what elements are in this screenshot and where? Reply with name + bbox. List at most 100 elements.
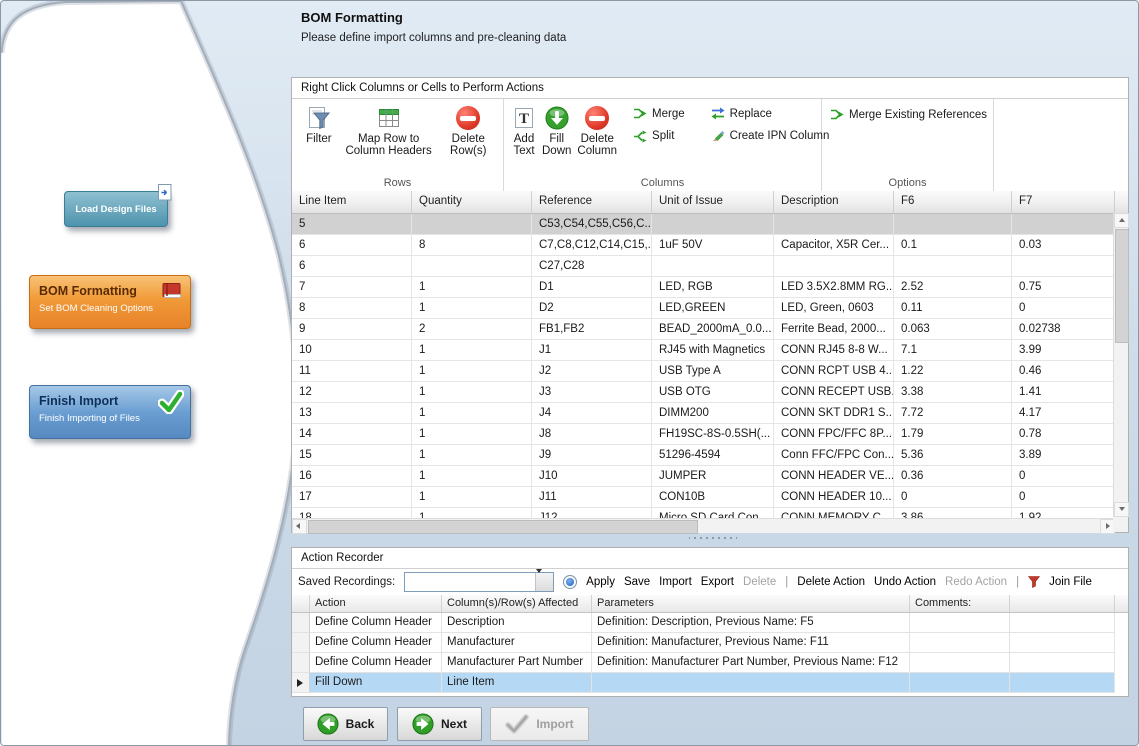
cell-f7[interactable]: 1.92 — [1012, 508, 1115, 518]
cell-quantity[interactable]: 1 — [412, 298, 532, 319]
cell-quantity[interactable] — [412, 214, 532, 235]
cell-reference[interactable]: J9 — [532, 445, 652, 466]
cell-reference[interactable]: D1 — [532, 277, 652, 298]
cell-line-item[interactable]: 12 — [292, 382, 412, 403]
cell-f7[interactable]: 3.89 — [1012, 445, 1115, 466]
cell-line-item[interactable]: 6 — [292, 256, 412, 277]
cell-action[interactable]: Define Column Header — [310, 633, 442, 653]
cell-unit-of-issue[interactable]: LED, RGB — [652, 277, 774, 298]
save-button[interactable]: Save — [624, 576, 650, 588]
table-row[interactable]: 15 1 J9 51296-4594 Conn FFC/FPC Con... 5… — [292, 445, 1115, 466]
column-header-f7[interactable]: F7 — [1012, 191, 1115, 213]
table-row[interactable]: 9 2 FB1,FB2 BEAD_2000mA_0.0... Ferrite B… — [292, 319, 1115, 340]
filter-button[interactable]: Filter — [298, 103, 340, 148]
cell-line-item[interactable]: 9 — [292, 319, 412, 340]
cell-parameters[interactable]: Definition: Manufacturer Part Number, Pr… — [592, 653, 910, 673]
replace-button[interactable]: Replace — [711, 107, 830, 120]
cell-unit-of-issue[interactable]: USB Type A — [652, 361, 774, 382]
next-button[interactable]: Next — [397, 707, 482, 741]
cell-affected[interactable]: Manufacturer Part Number — [442, 653, 592, 673]
cell-unit-of-issue[interactable]: BEAD_2000mA_0.0... — [652, 319, 774, 340]
cell-reference[interactable]: C7,C8,C12,C14,C15,... — [532, 235, 652, 256]
cell-comments[interactable] — [910, 653, 1010, 673]
column-header-reference[interactable]: Reference — [532, 191, 652, 213]
cell-parameters[interactable] — [592, 673, 910, 693]
cell-unit-of-issue[interactable]: 51296-4594 — [652, 445, 774, 466]
import-button[interactable]: Import — [659, 576, 692, 588]
cell-parameters[interactable]: Definition: Manufacturer, Previous Name:… — [592, 633, 910, 653]
table-row[interactable]: 14 1 J8 FH19SC-8S-0.5SH(... CONN FPC/FFC… — [292, 424, 1115, 445]
cell-reference[interactable]: J2 — [532, 361, 652, 382]
cell-f6[interactable]: 0.11 — [894, 298, 1012, 319]
cell-line-item[interactable]: 13 — [292, 403, 412, 424]
cell-reference[interactable]: J4 — [532, 403, 652, 424]
table-row[interactable]: 5 C53,C54,C55,C56,C... — [292, 214, 1115, 235]
cell-unit-of-issue[interactable]: RJ45 with Magnetics — [652, 340, 774, 361]
cell-unit-of-issue[interactable]: CON10B — [652, 487, 774, 508]
table-row[interactable]: 13 1 J4 DIMM200 CONN SKT DDR1 S... 7.72 … — [292, 403, 1115, 424]
cell-f7[interactable]: 0.03 — [1012, 235, 1115, 256]
cell-f6[interactable]: 0.063 — [894, 319, 1012, 340]
cell-action[interactable]: Fill Down — [310, 673, 442, 693]
cell-reference[interactable]: C27,C28 — [532, 256, 652, 277]
cell-quantity[interactable]: 2 — [412, 319, 532, 340]
cell-line-item[interactable]: 10 — [292, 340, 412, 361]
cell-unit-of-issue[interactable]: JUMPER — [652, 466, 774, 487]
cell-action[interactable]: Define Column Header — [310, 653, 442, 673]
table-row[interactable]: 17 1 J11 CON10B CONN HEADER 10... 0 0 — [292, 487, 1115, 508]
table-row[interactable]: 16 1 J10 JUMPER CONN HEADER VE... 0.36 0 — [292, 466, 1115, 487]
cell-line-item[interactable]: 5 — [292, 214, 412, 235]
cell-f7[interactable]: 0 — [1012, 487, 1115, 508]
cell-f6[interactable] — [894, 214, 1012, 235]
cell-unit-of-issue[interactable]: USB OTG — [652, 382, 774, 403]
action-column-header-comments[interactable]: Comments: — [910, 595, 1010, 612]
cell-reference[interactable]: J11 — [532, 487, 652, 508]
column-header-unit-of-issue[interactable]: Unit of Issue — [652, 191, 774, 213]
cell-description[interactable]: CONN MEMORY C... — [774, 508, 894, 518]
cell-comments[interactable] — [910, 613, 1010, 633]
chevron-down-icon[interactable] — [535, 573, 553, 591]
cell-quantity[interactable]: 1 — [412, 487, 532, 508]
merge-existing-references-button[interactable]: Merge Existing References — [830, 108, 987, 121]
wizard-step-bom-formatting[interactable]: BOM Formatting Set BOM Cleaning Options — [29, 275, 191, 329]
delete-column-button[interactable]: Delete Column — [575, 103, 619, 160]
column-header-description[interactable]: Description — [774, 191, 894, 213]
cell-description[interactable]: LED 3.5X2.8MM RG... — [774, 277, 894, 298]
cell-description[interactable]: CONN SKT DDR1 S... — [774, 403, 894, 424]
cell-f7[interactable]: 0.75 — [1012, 277, 1115, 298]
cell-action[interactable]: Define Column Header — [310, 613, 442, 633]
cell-f6[interactable]: 3.86 — [894, 508, 1012, 518]
cell-line-item[interactable]: 14 — [292, 424, 412, 445]
cell-description[interactable]: CONN HEADER 10... — [774, 487, 894, 508]
cell-quantity[interactable]: 1 — [412, 340, 532, 361]
cell-reference[interactable]: J12 — [532, 508, 652, 518]
cell-quantity[interactable]: 1 — [412, 424, 532, 445]
table-row[interactable]: 6 8 C7,C8,C12,C14,C15,... 1uF 50V Capaci… — [292, 235, 1115, 256]
cell-f6[interactable]: 3.38 — [894, 382, 1012, 403]
cell-f7[interactable]: 0 — [1012, 298, 1115, 319]
cell-parameters[interactable]: Definition: Description, Previous Name: … — [592, 613, 910, 633]
cell-quantity[interactable]: 1 — [412, 466, 532, 487]
cell-line-item[interactable]: 16 — [292, 466, 412, 487]
action-column-header-affected[interactable]: Column(s)/Row(s) Affected — [442, 595, 592, 612]
cell-f6[interactable]: 0 — [894, 487, 1012, 508]
cell-f6[interactable]: 1.22 — [894, 361, 1012, 382]
action-row[interactable]: Define Column Header Description Definit… — [292, 613, 1128, 633]
add-text-button[interactable]: T Add Text — [510, 103, 538, 160]
cell-reference[interactable]: J10 — [532, 466, 652, 487]
cell-description[interactable]: Conn FFC/FPC Con... — [774, 445, 894, 466]
cell-description[interactable]: CONN RCPT USB 4... — [774, 361, 894, 382]
horizontal-scrollbar[interactable] — [292, 518, 1115, 533]
split-button[interactable]: Split — [633, 129, 685, 143]
table-row[interactable]: 11 1 J2 USB Type A CONN RCPT USB 4... 1.… — [292, 361, 1115, 382]
scroll-left-button[interactable] — [292, 519, 307, 534]
column-header-line-item[interactable]: Line Item — [292, 191, 412, 213]
cell-line-item[interactable]: 15 — [292, 445, 412, 466]
cell-affected[interactable]: Manufacturer — [442, 633, 592, 653]
cell-unit-of-issue[interactable]: Micro SD Card Con... — [652, 508, 774, 518]
table-row[interactable]: 12 1 J3 USB OTG CONN RECEPT USB... 3.38 … — [292, 382, 1115, 403]
cell-f7[interactable]: 4.17 — [1012, 403, 1115, 424]
cell-f6[interactable]: 7.72 — [894, 403, 1012, 424]
cell-f7[interactable]: 0.02738 — [1012, 319, 1115, 340]
cell-affected[interactable]: Line Item — [442, 673, 592, 693]
